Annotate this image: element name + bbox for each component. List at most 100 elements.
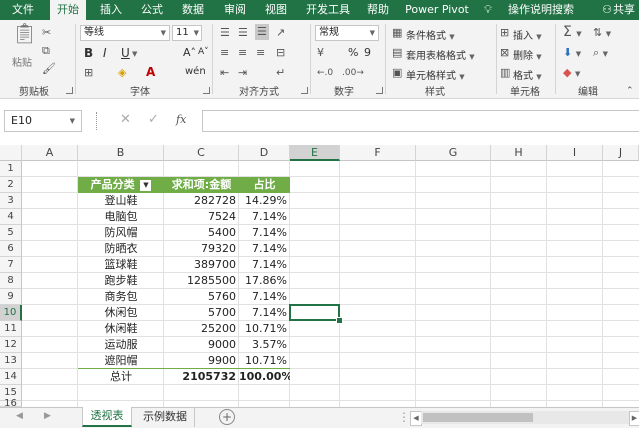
row-header[interactable]: 4	[0, 209, 22, 225]
percent-cell[interactable]: 10.71%	[239, 321, 290, 337]
borders-icon[interactable]: ⊞	[84, 66, 93, 80]
wrap-text-icon[interactable]: ↵	[276, 66, 285, 80]
bold-button[interactable]: B	[84, 46, 93, 60]
percent-cell[interactable]: 17.86%	[239, 273, 290, 289]
column-header[interactable]: C	[164, 145, 239, 161]
decrease-decimal-icon[interactable]: .00→	[342, 66, 364, 80]
alignment-launcher-icon[interactable]	[301, 87, 308, 94]
row-header[interactable]: 9	[0, 289, 22, 305]
paste-button[interactable]: 粘贴	[12, 54, 32, 69]
merge-center-icon[interactable]: ⊟	[276, 46, 285, 60]
column-header[interactable]: B	[78, 145, 164, 161]
amount-cell[interactable]: 5400	[164, 225, 239, 241]
paste-icon[interactable]: 📋︎	[12, 23, 37, 43]
formula-input[interactable]	[202, 110, 639, 132]
number-launcher-icon[interactable]	[376, 87, 383, 94]
decrease-indent-icon[interactable]: ⇤	[220, 66, 229, 80]
currency-icon[interactable]: ¥	[317, 46, 324, 60]
conditional-formatting-button[interactable]: 条件格式 ▼	[406, 27, 455, 42]
fill-color-icon[interactable]: ◈	[118, 66, 126, 80]
tab-developer[interactable]: 开发工具	[300, 0, 356, 20]
enter-icon[interactable]: ✓	[148, 112, 159, 127]
align-left-icon[interactable]: ≡	[220, 46, 229, 60]
orientation-icon[interactable]: ↗	[276, 26, 285, 40]
sort-filter-icon[interactable]: ⇅ ▼	[593, 26, 611, 41]
column-header[interactable]: I	[547, 145, 603, 161]
filter-dropdown-icon[interactable]: ▼	[140, 179, 152, 191]
amount-cell[interactable]: 9000	[164, 337, 239, 353]
category-cell[interactable]: 登山鞋	[78, 193, 164, 209]
percent-cell[interactable]: 7.14%	[239, 225, 290, 241]
total-label-cell[interactable]: 总计	[78, 369, 164, 385]
category-cell[interactable]: 电脑包	[78, 209, 164, 225]
category-cell[interactable]: 商务包	[78, 289, 164, 305]
cell-styles-button[interactable]: 单元格样式 ▼	[406, 67, 465, 82]
underline-button[interactable]: U	[121, 46, 130, 60]
number-format-select[interactable]: 常规 ▼	[315, 25, 379, 41]
horizontal-scrollbar[interactable]	[421, 411, 629, 424]
category-cell[interactable]: 运动服	[78, 337, 164, 353]
hscroll-right-button[interactable]: ▶	[629, 411, 639, 426]
format-as-table-button[interactable]: 套用表格格式 ▼	[406, 47, 475, 62]
font-launcher-icon[interactable]	[203, 87, 210, 94]
tab-help[interactable]: 帮助	[360, 0, 396, 20]
hscroll-thumb[interactable]	[423, 413, 533, 422]
tab-review[interactable]: 审阅	[217, 0, 253, 20]
row-header[interactable]: 11	[0, 321, 22, 337]
format-as-table-icon[interactable]: ▤	[392, 46, 402, 60]
autosum-icon[interactable]: Σ ▼	[563, 25, 582, 41]
row-header[interactable]: 5	[0, 225, 22, 241]
percent-cell[interactable]: 7.14%	[239, 209, 290, 225]
tell-me-search[interactable]: 操作说明搜索	[498, 0, 584, 20]
increase-indent-icon[interactable]: ⇥	[238, 66, 247, 80]
font-color-icon[interactable]: A	[146, 65, 155, 79]
category-cell[interactable]: 防风帽	[78, 225, 164, 241]
scroll-right-icon[interactable]: ▶	[44, 411, 51, 421]
cut-icon[interactable]: ✂	[42, 26, 51, 40]
shrink-font-button[interactable]: A˅	[198, 47, 209, 57]
row-header[interactable]: 13	[0, 353, 22, 369]
fill-handle[interactable]	[336, 317, 343, 324]
add-sheet-icon[interactable]: +	[219, 409, 235, 425]
comma-style-button[interactable]: 9	[364, 46, 371, 59]
increase-decimal-icon[interactable]: ←.0	[317, 66, 333, 80]
align-middle-icon[interactable]: ☰	[238, 26, 248, 40]
amount-cell[interactable]: 7524	[164, 209, 239, 225]
tab-splitter-icon[interactable]: ⋮	[398, 410, 410, 424]
scroll-left-icon[interactable]: ◀	[16, 411, 23, 421]
column-header-selected[interactable]: E	[290, 145, 340, 161]
active-cell-outline[interactable]	[289, 304, 340, 321]
amount-cell[interactable]: 5760	[164, 289, 239, 305]
tab-file[interactable]: 文件	[4, 0, 42, 20]
row-header[interactable]: 7	[0, 257, 22, 273]
amount-cell[interactable]: 389700	[164, 257, 239, 273]
total-amount-cell[interactable]: 2105732	[164, 369, 239, 385]
row-header[interactable]: 8	[0, 273, 22, 289]
align-right-icon[interactable]: ≡	[256, 46, 265, 60]
find-select-icon[interactable]: ⌕ ▼	[593, 46, 608, 61]
select-all-corner[interactable]	[0, 145, 22, 161]
align-top-icon[interactable]: ☰	[220, 26, 230, 40]
row-header[interactable]: 2	[0, 177, 22, 193]
amount-cell[interactable]: 1285500	[164, 273, 239, 289]
column-header[interactable]: D	[239, 145, 290, 161]
amount-cell[interactable]: 25200	[164, 321, 239, 337]
row-header[interactable]: 6	[0, 241, 22, 257]
copy-icon[interactable]: ⧉	[42, 44, 50, 58]
font-name-select[interactable]: 等线 ▼	[80, 25, 170, 41]
delete-cells-button[interactable]: 删除 ▼	[513, 47, 542, 62]
row-header[interactable]: 14	[0, 369, 22, 385]
row-header-selected[interactable]: 10	[0, 305, 22, 321]
column-header[interactable]: F	[340, 145, 416, 161]
amount-cell[interactable]: 9900	[164, 353, 239, 369]
column-header[interactable]: G	[416, 145, 491, 161]
format-painter-icon[interactable]: 🖌︎	[42, 62, 56, 76]
format-cells-button[interactable]: 格式 ▼	[513, 67, 542, 82]
amount-cell[interactable]: 79320	[164, 241, 239, 257]
conditional-formatting-icon[interactable]: ▦	[392, 26, 402, 40]
total-percent-cell[interactable]: 100.00%	[239, 369, 290, 385]
percent-button[interactable]: %	[348, 46, 358, 59]
percent-cell[interactable]: 7.14%	[239, 289, 290, 305]
column-header[interactable]: H	[491, 145, 547, 161]
column-header[interactable]: J	[603, 145, 639, 161]
